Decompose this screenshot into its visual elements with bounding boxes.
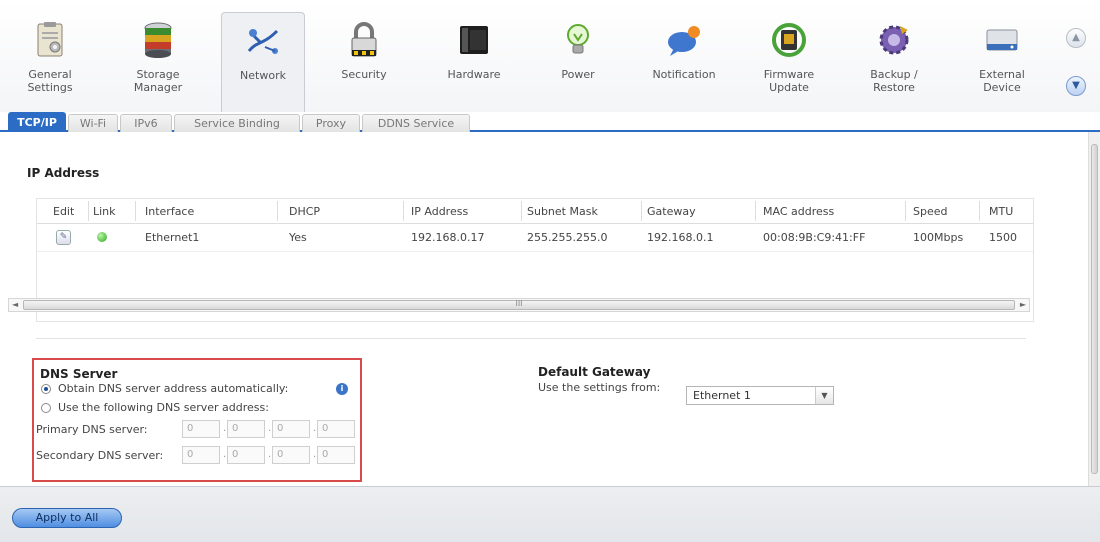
lightbulb-icon	[558, 20, 598, 60]
apply-to-all-button[interactable]: Apply to All	[12, 508, 122, 528]
table-horizontal-scrollbar[interactable]: ◄ III ►	[8, 298, 1030, 312]
section-divider	[36, 338, 1026, 339]
column-header-speed: Speed	[913, 205, 948, 218]
external-drive-icon	[982, 20, 1022, 60]
primary-dns-label: Primary DNS server:	[36, 423, 148, 436]
category-label: Hardware	[447, 68, 501, 81]
ip-address-section-title: IP Address	[27, 166, 100, 180]
column-header-mac-address: MAC address	[763, 205, 835, 218]
scroll-up-icon[interactable]: ▲	[1066, 28, 1086, 48]
cell-mtu: 1500	[989, 231, 1017, 244]
secondary-dns-octet-3[interactable]: 0	[272, 446, 310, 464]
tab-tcpip[interactable]: TCP/IP	[8, 112, 66, 132]
scroll-right-icon[interactable]: ►	[1020, 299, 1026, 311]
content-panel: IP Address Edit Link Interface DHCP IP A…	[0, 132, 1088, 486]
primary-dns-octet-2[interactable]: 0	[227, 420, 265, 438]
category-firmware-update[interactable]: Firmware Update	[747, 12, 831, 102]
clipboard-icon	[30, 20, 70, 60]
default-gateway-title: Default Gateway	[538, 365, 651, 379]
dns-auto-label: Obtain DNS server address automatically:	[58, 382, 289, 395]
category-label: Network	[240, 69, 286, 82]
cell-interface: Ethernet1	[145, 231, 200, 244]
category-label: Backup / Restore	[870, 68, 918, 94]
content-vertical-scrollbar[interactable]	[1088, 132, 1100, 486]
column-header-interface: Interface	[145, 205, 195, 218]
scrollbar-thumb[interactable]: III	[23, 300, 1015, 310]
secondary-dns-octet-1[interactable]: 0	[182, 446, 220, 464]
cell-speed: 100Mbps	[913, 231, 964, 244]
backup-gear-icon	[874, 20, 914, 60]
padlock-icon	[344, 20, 384, 60]
category-label: Firmware Update	[763, 68, 815, 94]
column-header-link: Link	[93, 205, 116, 218]
scroll-down-icon[interactable]: ▼	[1066, 76, 1086, 96]
tab-bar: TCP/IP Wi-Fi IPv6 Service Binding Proxy …	[0, 112, 1100, 132]
tab-ddns-service[interactable]: DDNS Service	[362, 114, 470, 132]
category-label: Security	[341, 68, 387, 81]
category-security[interactable]: Security	[322, 12, 406, 102]
network-icon	[243, 21, 283, 61]
cell-subnet-mask: 255.255.255.0	[527, 231, 608, 244]
dns-server-panel: DNS Server Obtain DNS server address aut…	[32, 358, 362, 482]
column-header-gateway: Gateway	[647, 205, 696, 218]
primary-dns-octet-3[interactable]: 0	[272, 420, 310, 438]
gateway-selected-value: Ethernet 1	[693, 389, 751, 402]
info-icon[interactable]: i	[336, 383, 348, 395]
footer-bar: Apply to All	[0, 486, 1100, 542]
dns-manual-radio[interactable]	[41, 403, 51, 413]
column-header-ip-address: IP Address	[411, 205, 469, 218]
gateway-source-label: Use the settings from:	[538, 381, 661, 394]
primary-dns-octet-1[interactable]: 0	[182, 420, 220, 438]
settings-category-toolbar: General Settings Storage Manager Network…	[0, 0, 1100, 112]
cell-ip-address: 192.168.0.17	[411, 231, 485, 244]
column-header-edit: Edit	[53, 205, 75, 218]
tab-proxy[interactable]: Proxy	[302, 114, 360, 132]
edit-icon[interactable]: ✎	[56, 230, 71, 245]
category-network[interactable]: Network	[221, 12, 305, 112]
category-notification[interactable]: Notification	[642, 12, 726, 102]
secondary-dns-octet-4[interactable]: 0	[317, 446, 355, 464]
database-icon	[138, 20, 178, 60]
category-external-device[interactable]: External Device	[960, 12, 1044, 102]
chevron-down-icon[interactable]: ▼	[815, 387, 833, 404]
primary-dns-octet-4[interactable]: 0	[317, 420, 355, 438]
category-label: Notification	[652, 68, 716, 81]
cell-gateway: 192.168.0.1	[647, 231, 714, 244]
dns-manual-label: Use the following DNS server address:	[58, 401, 269, 414]
cell-mac-address: 00:08:9B:C9:41:FF	[763, 231, 866, 244]
scrollbar-thumb[interactable]	[1091, 144, 1098, 474]
secondary-dns-octet-2[interactable]: 0	[227, 446, 265, 464]
link-status-icon	[97, 232, 107, 242]
tab-wifi[interactable]: Wi-Fi	[68, 114, 118, 132]
dns-auto-radio[interactable]	[41, 384, 51, 394]
category-label: External Device	[979, 68, 1025, 94]
tab-service-binding[interactable]: Service Binding	[174, 114, 300, 132]
category-backup-restore[interactable]: Backup / Restore	[852, 12, 936, 102]
dns-server-title: DNS Server	[40, 367, 118, 381]
category-hardware[interactable]: Hardware	[432, 12, 516, 102]
column-header-mtu: MTU	[989, 205, 1014, 218]
secondary-dns-label: Secondary DNS server:	[36, 449, 164, 462]
speech-bubble-icon	[664, 20, 704, 60]
column-header-dhcp: DHCP	[289, 205, 321, 218]
category-general-settings[interactable]: General Settings	[8, 12, 92, 102]
gateway-interface-select[interactable]: Ethernet 1 ▼	[686, 386, 834, 405]
cell-dhcp: Yes	[289, 231, 307, 244]
server-icon	[454, 20, 494, 60]
category-label: Power	[561, 68, 595, 81]
category-label: General Settings	[27, 68, 73, 94]
category-label: Storage Manager	[133, 68, 183, 94]
category-power[interactable]: Power	[536, 12, 620, 102]
firmware-chip-icon	[769, 20, 809, 60]
category-storage-manager[interactable]: Storage Manager	[116, 12, 200, 102]
scroll-left-icon[interactable]: ◄	[12, 299, 18, 311]
column-header-subnet-mask: Subnet Mask	[527, 205, 598, 218]
tab-ipv6[interactable]: IPv6	[120, 114, 172, 132]
